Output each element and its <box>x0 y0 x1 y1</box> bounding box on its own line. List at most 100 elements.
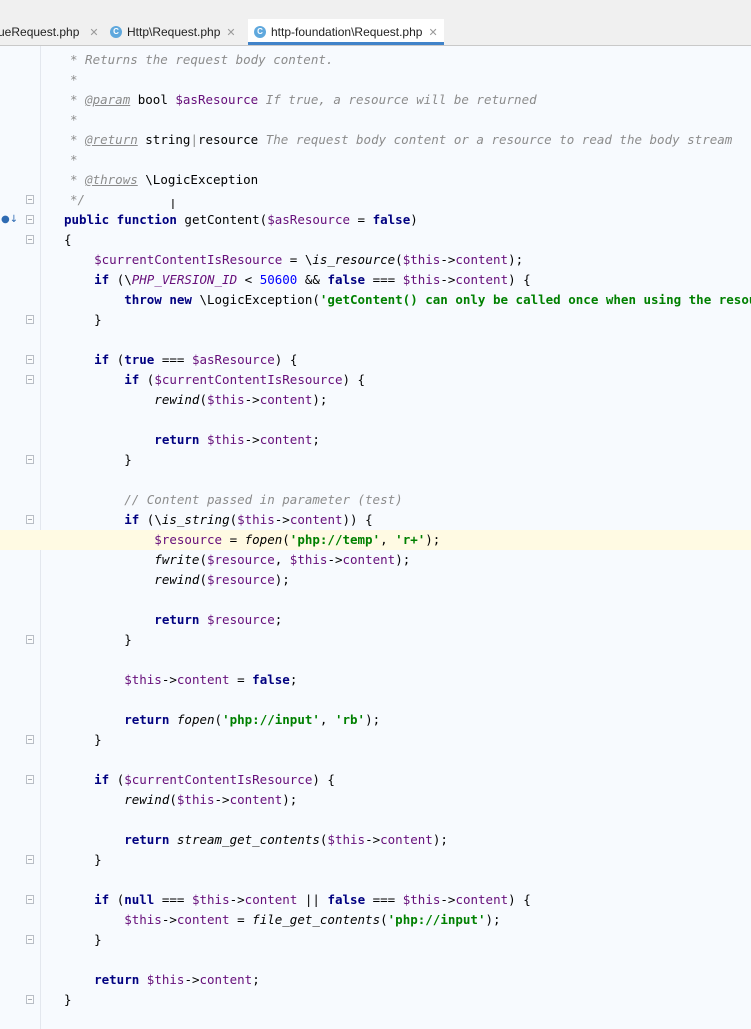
code-token: === <box>365 892 403 907</box>
code-line[interactable]: * <box>0 70 751 90</box>
code-token: $asResource <box>267 212 351 227</box>
fold-marker-icon[interactable] <box>26 355 34 364</box>
code-line[interactable]: * Returns the request body content. <box>0 50 751 70</box>
code-token: -> <box>244 392 260 407</box>
fold-marker-icon[interactable] <box>26 515 34 524</box>
code-line[interactable]: } <box>0 630 751 650</box>
code-line[interactable]: * <box>0 110 751 130</box>
code-line[interactable] <box>0 810 751 830</box>
close-icon[interactable]: ✕ <box>226 26 235 39</box>
code-line[interactable]: if (null === $this->content || false ===… <box>0 890 751 910</box>
code-line[interactable]: return $this->content; <box>0 430 751 450</box>
code-line[interactable] <box>0 590 751 610</box>
tab-uerequest[interactable]: ueRequest.php ✕ <box>0 19 105 45</box>
code-line[interactable]: return stream_get_contents($this->conten… <box>0 830 751 850</box>
code-line[interactable] <box>0 470 751 490</box>
code-text: rewind($this->content); <box>64 790 297 810</box>
close-icon[interactable]: ✕ <box>428 26 437 39</box>
code-line[interactable]: if (\PHP_VERSION_ID < 50600 && false ===… <box>0 270 751 290</box>
code-line[interactable]: $currentContentIsResource = \is_resource… <box>0 250 751 270</box>
code-token: $asResource <box>175 92 259 107</box>
code-token: ( <box>169 792 177 807</box>
fold-marker-icon[interactable] <box>26 855 34 864</box>
code-line[interactable] <box>0 950 751 970</box>
code-text: return $this->content; <box>64 970 260 990</box>
code-token: -> <box>161 672 177 687</box>
code-line[interactable]: rewind($this->content); <box>0 390 751 410</box>
fold-marker-icon[interactable] <box>26 195 34 204</box>
tab-http-foundation-request[interactable]: C http-foundation\Request.php ✕ <box>248 19 444 45</box>
code-line[interactable]: $this->content = file_get_contents('php:… <box>0 910 751 930</box>
code-line[interactable]: } <box>0 850 751 870</box>
code-token: content <box>199 972 253 987</box>
code-line[interactable]: rewind($resource); <box>0 570 751 590</box>
override-marker-icon[interactable]: ●↓ <box>1 210 18 230</box>
code-line[interactable]: * @return string|resource The request bo… <box>0 130 751 150</box>
code-line[interactable]: * @throws \LogicException <box>0 170 751 190</box>
code-text: } <box>64 730 102 750</box>
code-line[interactable] <box>0 650 751 670</box>
code-line[interactable]: return $resource; <box>0 610 751 630</box>
code-line[interactable] <box>0 690 751 710</box>
code-line[interactable]: */ <box>0 190 751 210</box>
fold-marker-icon[interactable] <box>26 775 34 784</box>
code-token: === <box>365 272 403 287</box>
fold-marker-icon[interactable] <box>26 455 34 464</box>
code-line[interactable]: $this->content = false; <box>0 670 751 690</box>
code-text: return $this->content; <box>64 430 320 450</box>
code-line[interactable]: * @param bool $asResource If true, a res… <box>0 90 751 110</box>
code-line[interactable]: if ($currentContentIsResource) { <box>0 370 751 390</box>
fold-marker-icon[interactable] <box>26 895 34 904</box>
code-line[interactable]: } <box>0 930 751 950</box>
code-line[interactable]: } <box>0 450 751 470</box>
code-text: * <box>70 70 78 90</box>
code-line[interactable] <box>0 870 751 890</box>
code-line[interactable]: $resource = fopen('php://temp', 'r+'); <box>0 530 751 550</box>
close-icon[interactable]: ✕ <box>89 26 98 39</box>
code-line[interactable]: fwrite($resource, $this->content); <box>0 550 751 570</box>
code-line[interactable] <box>0 410 751 430</box>
fold-marker-icon[interactable] <box>26 315 34 324</box>
code-token: ); <box>508 252 524 267</box>
code-token: || <box>297 892 328 907</box>
code-token: ; <box>274 612 283 627</box>
code-line[interactable]: } <box>0 310 751 330</box>
code-line[interactable]: if (\is_string($this->content)) { <box>0 510 751 530</box>
fold-marker-icon[interactable] <box>26 735 34 744</box>
code-line[interactable]: { <box>0 230 751 250</box>
fold-marker-icon[interactable] <box>26 215 34 224</box>
code-token: content <box>259 392 313 407</box>
fold-marker-icon[interactable] <box>26 375 34 384</box>
code-token: ( <box>199 572 207 587</box>
code-token: -> <box>244 432 260 447</box>
code-token: false <box>327 272 366 287</box>
code-line[interactable]: rewind($this->content); <box>0 790 751 810</box>
code-token: && <box>297 272 328 287</box>
code-line[interactable]: ●↓ public function getContent($asResource… <box>0 210 751 230</box>
code-token: is_resource <box>312 252 396 267</box>
code-token: -> <box>229 892 245 907</box>
code-line[interactable]: throw new \LogicException('getContent() … <box>0 290 751 310</box>
fold-marker-icon[interactable] <box>26 635 34 644</box>
code-token: ); <box>274 572 290 587</box>
fold-marker-icon[interactable] <box>26 235 34 244</box>
code-line[interactable]: return fopen('php://input', 'rb'); <box>0 710 751 730</box>
code-line[interactable]: } <box>0 990 751 1010</box>
tab-http-request[interactable]: C Http\Request.php ✕ <box>104 19 242 45</box>
code-token: $resource <box>207 572 275 587</box>
code-editor[interactable]: * Returns the request body content. * * @p… <box>0 46 751 1029</box>
code-text: */ <box>70 190 85 210</box>
code-token: 'r+' <box>395 532 426 547</box>
code-token: ); <box>365 712 381 727</box>
code-line[interactable]: * <box>0 150 751 170</box>
code-line[interactable]: return $this->content; <box>0 970 751 990</box>
code-line[interactable] <box>0 330 751 350</box>
code-line[interactable]: if ($currentContentIsResource) { <box>0 770 751 790</box>
code-token: content <box>342 552 396 567</box>
code-line[interactable]: if (true === $asResource) { <box>0 350 751 370</box>
code-line[interactable]: } <box>0 730 751 750</box>
code-line[interactable] <box>0 750 751 770</box>
fold-marker-icon[interactable] <box>26 935 34 944</box>
code-line[interactable]: // Content passed in parameter (test) <box>0 490 751 510</box>
fold-marker-icon[interactable] <box>26 995 34 1004</box>
